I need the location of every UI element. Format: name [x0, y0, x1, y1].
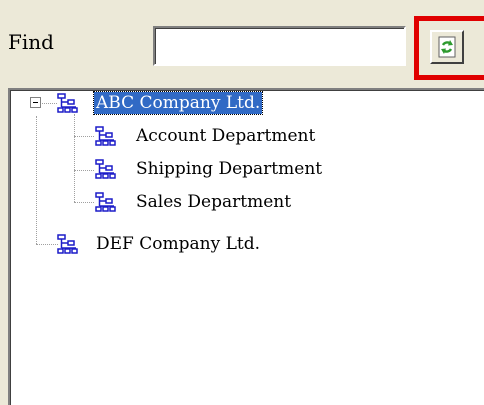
org-chart-icon: [95, 159, 116, 179]
collapse-toggle[interactable]: [30, 97, 41, 108]
tree-connector: [74, 114, 75, 202]
org-tree-window: Find ABC Company Ltd. Account Department…: [0, 0, 484, 405]
tree-connector: [74, 202, 94, 203]
tree-connector: [42, 103, 57, 104]
org-chart-icon: [57, 93, 78, 113]
tree-node-def-company[interactable]: DEF Company Ltd.: [94, 233, 262, 255]
tree-connector: [36, 116, 37, 244]
tree-connector: [36, 244, 58, 245]
find-input[interactable]: [153, 26, 406, 66]
tree-node-abc-company[interactable]: ABC Company Ltd.: [92, 91, 264, 115]
find-label: Find: [8, 30, 54, 54]
org-chart-icon: [95, 126, 116, 146]
org-tree-view[interactable]: ABC Company Ltd. Account Department Ship…: [8, 88, 484, 405]
tree-node-sales-department[interactable]: Sales Department: [134, 191, 293, 213]
org-chart-icon: [95, 192, 116, 212]
tree-connector: [74, 170, 94, 171]
refresh-icon: [438, 36, 456, 58]
org-chart-icon: [57, 234, 78, 254]
refresh-button[interactable]: [430, 30, 464, 64]
tree-node-shipping-department[interactable]: Shipping Department: [134, 158, 324, 180]
tree-connector: [74, 136, 94, 137]
tree-node-account-department[interactable]: Account Department: [134, 125, 317, 147]
